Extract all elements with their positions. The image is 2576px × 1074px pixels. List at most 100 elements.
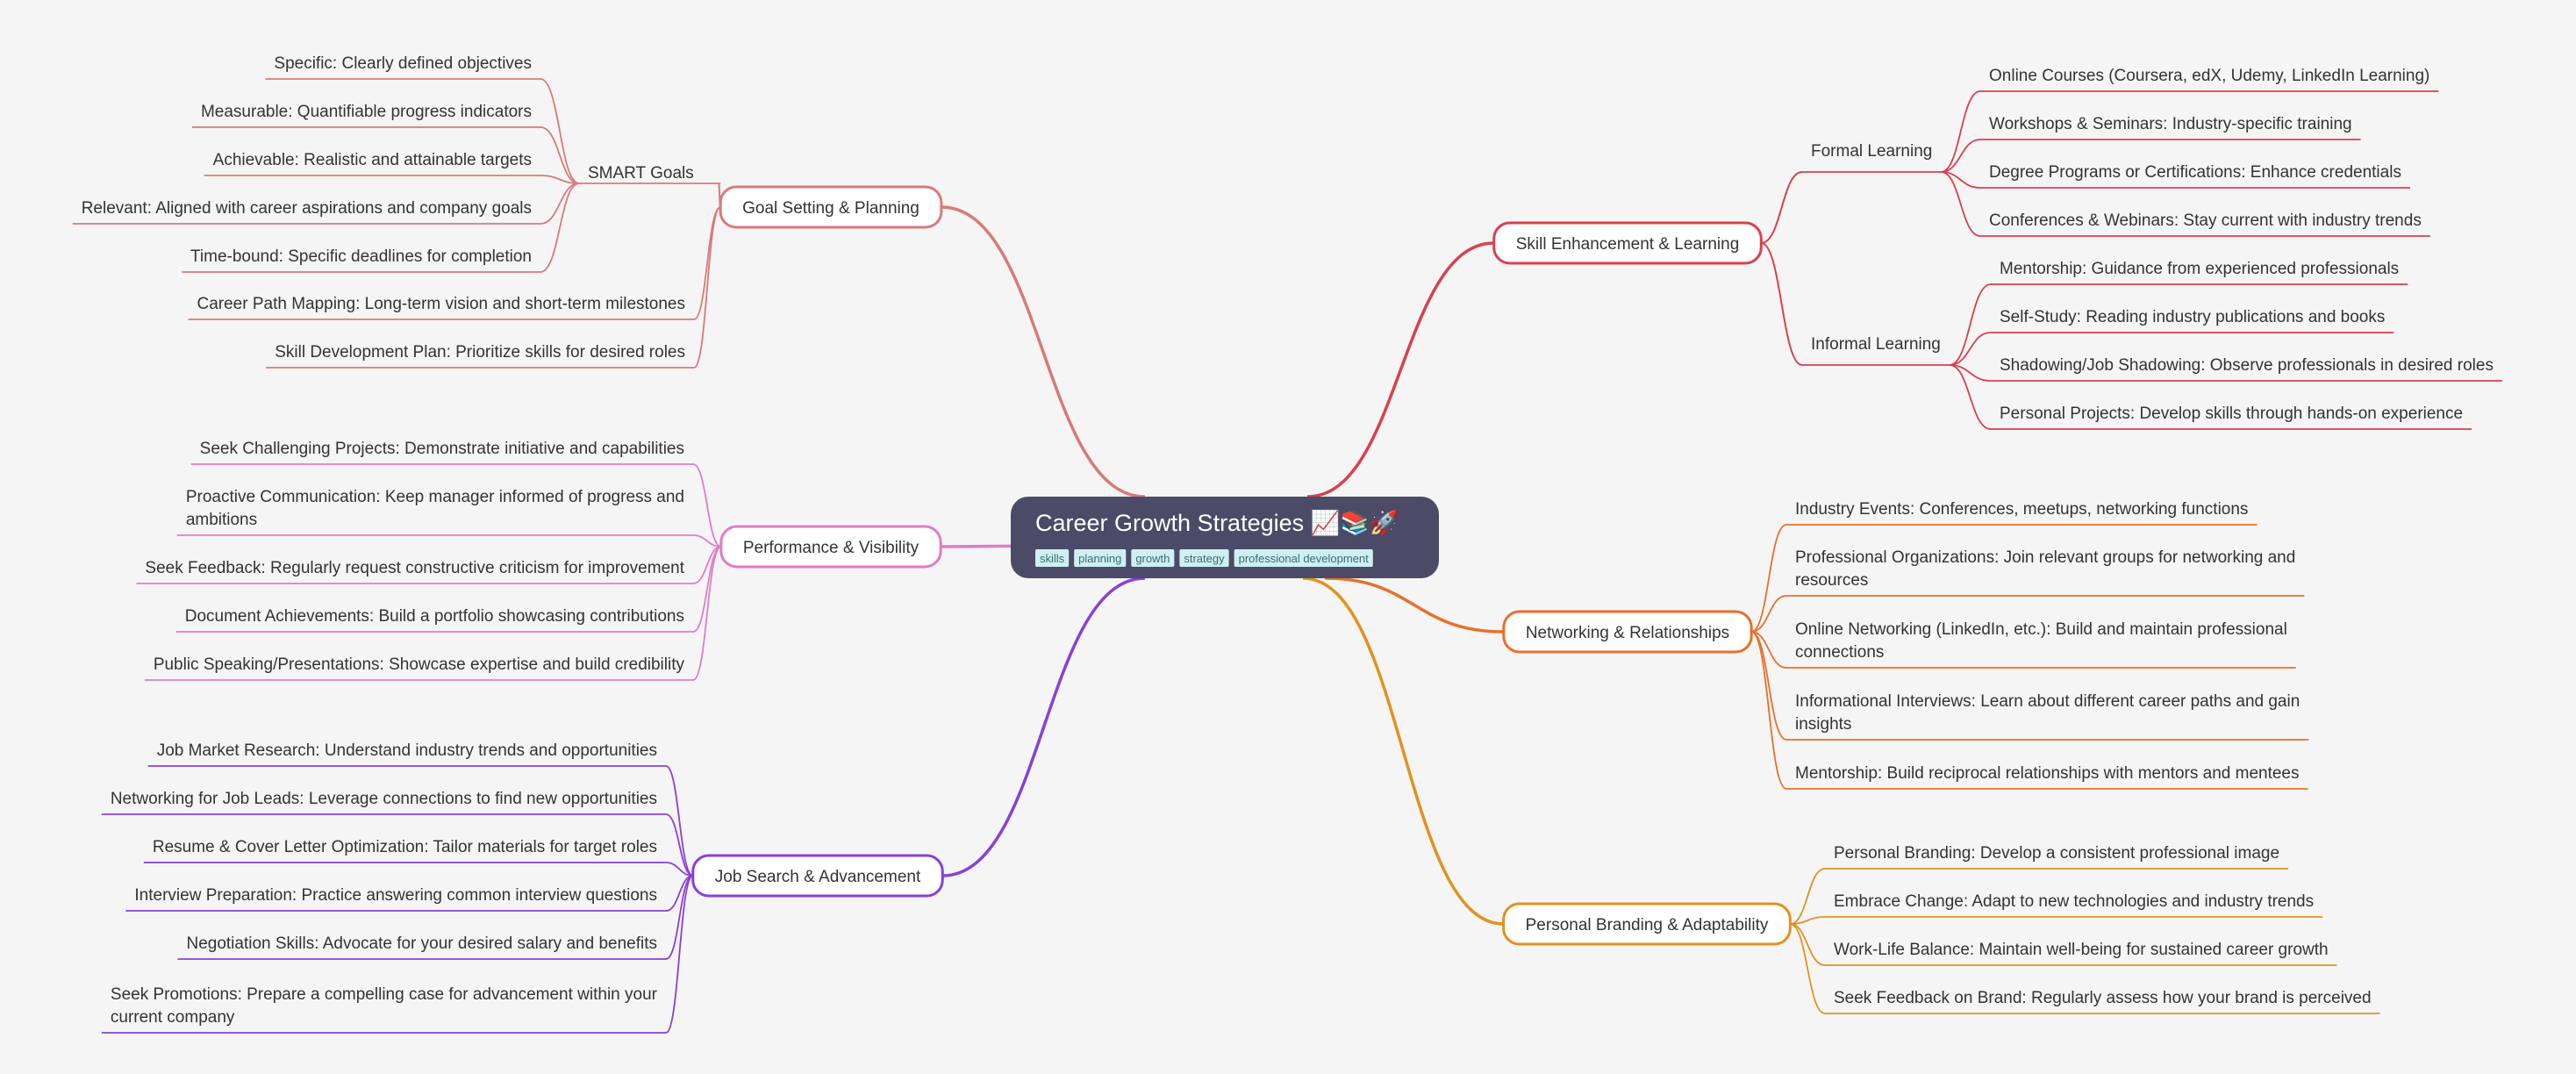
branch-job-search[interactable]: Job Search & Advancement <box>691 854 944 898</box>
edge-leaf <box>1790 923 1826 966</box>
leaf-label: Seek Feedback: Regularly request constru… <box>145 559 684 577</box>
leaf-label: connections <box>1795 643 1884 662</box>
leaf-label: resources <box>1795 571 1868 590</box>
tag-skills[interactable]: skills <box>1035 549 1070 567</box>
edge-leaf <box>665 765 694 877</box>
leaf-node[interactable]: Personal Branding: Develop a consistent … <box>1825 844 2289 870</box>
leaf-node[interactable]: Seek Feedback: Regularly request constru… <box>136 559 693 584</box>
edge-leaf <box>1941 171 1981 237</box>
leaf-node[interactable]: Skill Development Plan: Prioritize skill… <box>266 343 694 369</box>
edge-leaf <box>1750 631 1787 741</box>
leaf-node[interactable]: Degree Programs or Certifications: Enhan… <box>1980 163 2410 189</box>
leaf-node[interactable]: Achievable: Realistic and attainable tar… <box>204 151 540 176</box>
leaf-label: Resume & Cover Letter Optimization: Tail… <box>153 838 657 856</box>
leaf-node[interactable]: Seek Feedback on Brand: Regularly assess… <box>1825 989 2380 1014</box>
edge-sub-branch <box>1760 242 1803 366</box>
leaf-label: Personal Projects: Develop skills throug… <box>2000 405 2463 423</box>
edge-leaf <box>540 183 580 225</box>
leaf-node[interactable]: Personal Projects: Develop skills throug… <box>1991 405 2472 430</box>
leaf-node[interactable]: Work-Life Balance: Maintain well-being f… <box>1825 941 2337 966</box>
leaf-node[interactable]: Mentorship: Build reciprocal relationshi… <box>1786 764 2308 790</box>
edge-leaf <box>540 126 580 184</box>
edge-leaf <box>1790 923 1826 1014</box>
leaf-node[interactable]: Seek Challenging Projects: Demonstrate i… <box>190 440 693 465</box>
leaf-node[interactable]: Networking for Job Leads: Leverage conne… <box>101 790 666 815</box>
mind-map: Career Growth Strategies 📈📚🚀 skills planni… <box>72 54 2502 1034</box>
leaf-label: Measurable: Quantifiable progress indica… <box>201 103 532 121</box>
leaf-node[interactable]: Document Achievements: Build a portfolio… <box>175 607 693 633</box>
leaf-node[interactable]: Time-bound: Specific deadlines for compl… <box>182 247 540 273</box>
sub-branch-formal-learning[interactable]: Formal Learning <box>1811 142 1932 161</box>
sub-branch-informal-learning[interactable]: Informal Learning <box>1811 335 1941 354</box>
leaf-label: Time-bound: Specific deadlines for compl… <box>190 247 532 266</box>
tag-planning[interactable]: planning <box>1074 549 1127 567</box>
edge-root-job-search <box>942 576 1146 877</box>
tag-growth[interactable]: growth <box>1131 549 1175 567</box>
leaf-label: Job Market Research: Understand industry… <box>157 741 657 760</box>
leaf-label: Achievable: Realistic and attainable tar… <box>213 151 532 169</box>
edge-leaf <box>1941 139 1981 173</box>
leaf-node[interactable]: Specific: Clearly defined objectives <box>265 54 540 80</box>
leaf-node[interactable]: Resume & Cover Letter Optimization: Tail… <box>143 838 666 863</box>
leaf-node[interactable]: Interview Preparation: Practice answerin… <box>125 886 666 912</box>
tag-label: growth <box>1135 552 1170 565</box>
leaf-label: Workshops & Seminars: Industry-specific … <box>1989 115 2352 133</box>
leaf-node[interactable]: Measurable: Quantifiable progress indica… <box>191 103 540 128</box>
leaf-label: Career Path Mapping: Long-term vision an… <box>197 295 685 313</box>
edge-leaf <box>1941 90 1981 173</box>
edge-leaf <box>1750 631 1787 790</box>
edge-leaf <box>1790 916 1826 925</box>
edge-leaf <box>1949 283 1992 366</box>
leaf-node[interactable]: Proactive Communication: Keep manager in… <box>176 488 693 536</box>
branch-label: Networking & Relationships <box>1526 624 1729 642</box>
leaf-node[interactable]: Seek Promotions: Prepare a compelling ca… <box>101 985 666 1034</box>
root-node[interactable]: Career Growth Strategies 📈📚🚀 skills planni… <box>1011 497 1439 578</box>
branch-skill-enhancement[interactable]: Skill Enhancement & Learning <box>1492 221 1763 265</box>
branch-goal-setting[interactable]: Goal Setting & Planning <box>719 185 943 229</box>
leaf-label: Interview Preparation: Practice answerin… <box>134 886 657 905</box>
leaf-node[interactable]: Negotiation Skills: Advocate for your de… <box>177 934 666 960</box>
tag-label: strategy <box>1184 552 1225 565</box>
leaf-label: insights <box>1795 715 1851 734</box>
leaf-label: Public Speaking/Presentations: Showcase … <box>154 655 685 674</box>
edge-leaf <box>1790 868 1826 925</box>
leaf-node[interactable]: Online Courses (Coursera, edX, Udemy, Li… <box>1980 67 2439 92</box>
leaf-node[interactable]: Professional Organizations: Join relevan… <box>1786 548 2305 597</box>
leaf-node[interactable]: Industry Events: Conferences, meetups, n… <box>1786 500 2258 526</box>
sub-branch-smart-goals[interactable]: SMART Goals <box>588 164 694 183</box>
leaf-node[interactable]: Self-Study: Reading industry publication… <box>1991 308 2394 333</box>
leaf-label: Personal Branding: Develop a consistent … <box>1834 844 2279 863</box>
branch-branding[interactable]: Personal Branding & Adaptability <box>1502 902 1792 946</box>
leaf-node[interactable]: Shadowing/Job Shadowing: Observe profess… <box>1991 356 2502 382</box>
tag-professional-development[interactable]: professional development <box>1234 549 1373 567</box>
tag-strategy[interactable]: strategy <box>1179 549 1229 567</box>
leaf-label: Relevant: Aligned with career aspiration… <box>82 199 532 218</box>
branch-networking[interactable]: Networking & Relationships <box>1502 610 1753 654</box>
leaf-node[interactable]: Embrace Change: Adapt to new technologie… <box>1825 892 2323 918</box>
leaf-node[interactable]: Job Market Research: Understand industry… <box>147 741 666 767</box>
edge-leaf <box>1750 524 1787 633</box>
edge-root-goal-setting <box>941 205 1146 498</box>
leaf-label: Seek Challenging Projects: Demonstrate i… <box>200 440 684 458</box>
leaf-label: Shadowing/Job Shadowing: Observe profess… <box>2000 356 2494 375</box>
leaf-label: Self-Study: Reading industry publication… <box>2000 308 2385 326</box>
leaf-node[interactable]: Informational Interviews: Learn about di… <box>1786 692 2309 741</box>
leaf-label: Work-Life Balance: Maintain well-being f… <box>1834 941 2329 959</box>
leaf-label: Online Networking (LinkedIn, etc.): Buil… <box>1795 620 2287 639</box>
leaf-node[interactable]: Public Speaking/Presentations: Showcase … <box>144 655 693 681</box>
leaf-node[interactable]: Online Networking (LinkedIn, etc.): Buil… <box>1786 620 2296 669</box>
leaf-node[interactable]: Mentorship: Guidance from experienced pr… <box>1991 260 2408 285</box>
leaf-label: Degree Programs or Certifications: Enhan… <box>1989 163 2401 182</box>
leaf-node[interactable]: Workshops & Seminars: Industry-specific … <box>1980 115 2361 140</box>
branch-performance[interactable]: Performance & Visibility <box>719 525 942 569</box>
leaf-label: Skill Development Plan: Prioritize skill… <box>275 343 685 362</box>
leaf-node[interactable]: Conferences & Webinars: Stay current wit… <box>1980 211 2430 237</box>
leaf-node[interactable]: Career Path Mapping: Long-term vision an… <box>188 295 694 320</box>
leaf-label: Industry Events: Conferences, meetups, n… <box>1795 500 2248 519</box>
leaf-label: Negotiation Skills: Advocate for your de… <box>186 934 657 953</box>
tag-label: skills <box>1040 552 1065 565</box>
leaf-node[interactable]: Relevant: Aligned with career aspiration… <box>72 199 540 225</box>
branch-label: Personal Branding & Adaptability <box>1526 916 1769 934</box>
leaf-label: Seek Promotions: Prepare a compelling ca… <box>111 985 658 1004</box>
edge-root-networking <box>1324 576 1504 634</box>
